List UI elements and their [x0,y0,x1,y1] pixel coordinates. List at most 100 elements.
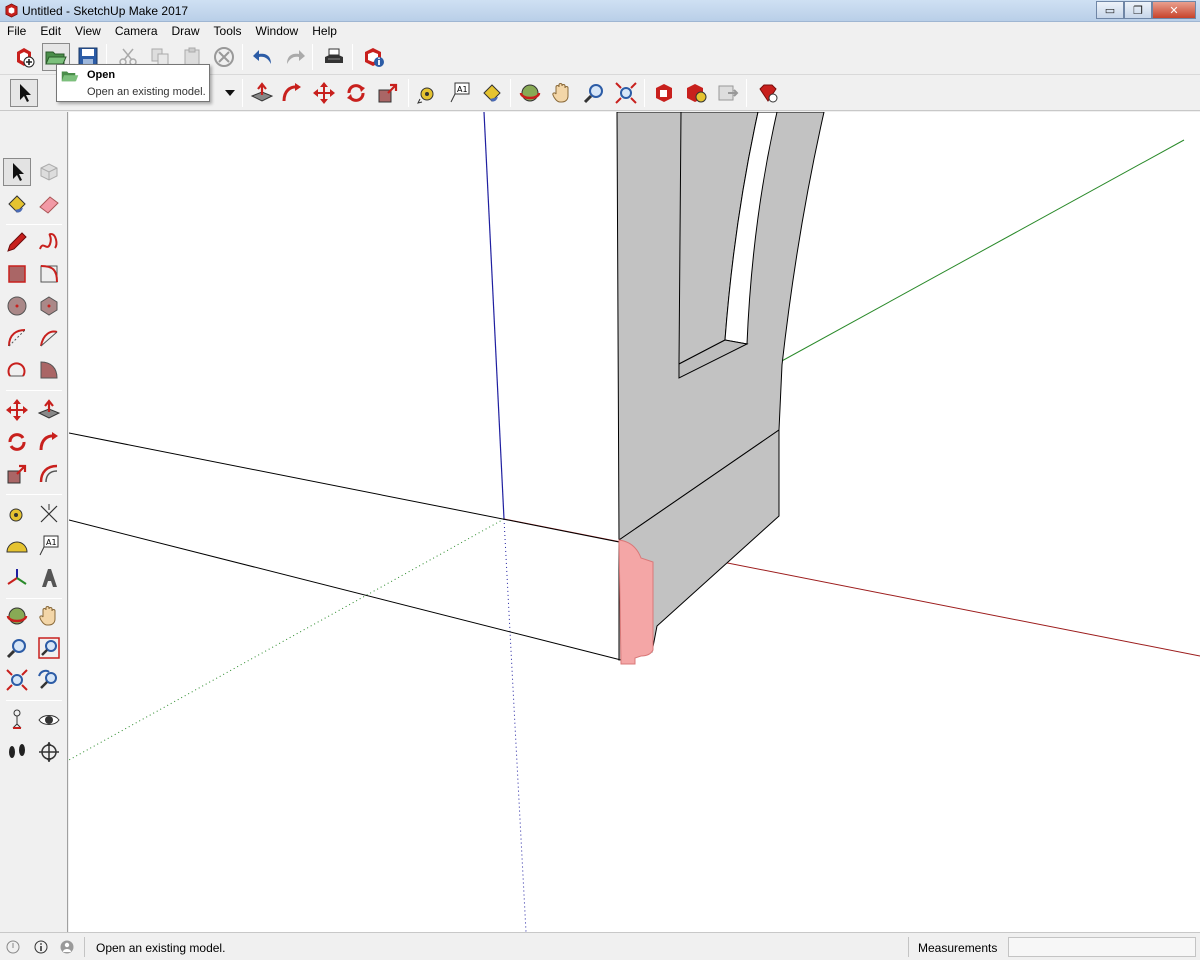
tape-measure-icon [9,508,23,522]
position-camera-icon [12,709,22,729]
toolbar-separator [408,79,409,107]
window-title: Untitled - SketchUp Make 2017 [22,4,189,18]
section-plane-icon [39,742,59,762]
tool-separator [6,224,62,225]
zoom-extents-tool[interactable] [3,666,31,694]
scale-button[interactable] [374,79,402,107]
arc-icon [8,329,26,347]
polygon-tool[interactable] [35,292,63,320]
3d-warehouse-icon [656,84,672,102]
previous-view-tool[interactable] [35,666,63,694]
offset-tool[interactable] [35,460,63,488]
blue-axis [483,112,505,520]
rotate-button[interactable] [342,79,370,107]
look-around-tool[interactable] [35,706,63,734]
paint-bucket-tool[interactable] [3,190,31,218]
text-button[interactable]: A1 [446,79,474,107]
text-tool[interactable]: A1 [35,532,63,560]
move-button[interactable] [310,79,338,107]
send-to-layout-icon [718,85,739,101]
rectangle-icon [8,265,26,283]
line-tool[interactable] [3,228,31,256]
tool-dropdown-button[interactable] [216,79,244,107]
print-button[interactable] [320,43,348,71]
tape-measure-button[interactable] [414,79,442,107]
toolbar-separator [312,44,313,70]
info-icon[interactable] [34,940,48,954]
three-point-arc-tool[interactable] [3,356,31,384]
arc-tool[interactable] [3,324,31,352]
protractor-tool[interactable] [3,532,31,560]
move-icon [6,399,28,421]
section-plane-tool[interactable] [35,738,63,766]
modeling-viewport[interactable] [69,112,1200,932]
erase-selection-button[interactable] [210,43,238,71]
extension-warehouse-button[interactable] [682,79,710,107]
select-tool[interactable] [3,158,31,186]
eraser-tool[interactable] [35,190,63,218]
orbit-button[interactable] [516,79,544,107]
minimize-button[interactable]: ▭ [1096,1,1124,19]
minimize-icon: ▭ [1104,4,1116,17]
menu-view[interactable]: View [68,22,108,40]
menu-file[interactable]: File [0,22,33,40]
measurements-input[interactable] [1008,937,1196,957]
redo-button[interactable] [280,43,308,71]
menu-edit[interactable]: Edit [33,22,68,40]
rectangle-tool[interactable] [3,260,31,288]
follow-me-button[interactable] [278,79,306,107]
zoom-window-tool[interactable] [35,634,63,662]
zoom-tool[interactable] [3,634,31,662]
push-pull-button[interactable] [248,79,276,107]
zoom-window-icon [38,637,60,659]
3d-text-tool[interactable] [35,564,63,592]
axes-tool[interactable] [3,564,31,592]
tool-separator [6,700,62,701]
previous-view-icon [38,669,57,689]
new-model-button[interactable] [10,43,38,71]
tape-measure-tool[interactable] [3,500,31,528]
zoom-button[interactable] [580,79,608,107]
position-camera-tool[interactable] [3,706,31,734]
make-component-tool[interactable] [35,158,63,186]
orbit-tool[interactable] [3,602,31,630]
menu-draw[interactable]: Draw [165,22,207,40]
close-icon: ✕ [1169,4,1179,17]
extension-manager-button[interactable] [754,79,782,107]
rotate-tool[interactable] [3,428,31,456]
circle-tool[interactable] [3,292,31,320]
scale-tool[interactable] [3,460,31,488]
model-info-button[interactable] [360,43,388,71]
zoom-magnifier-icon [583,84,603,104]
rotated-rectangle-tool[interactable] [35,260,63,288]
menu-window[interactable]: Window [249,22,306,40]
move-tool[interactable] [3,396,31,424]
follow-me-tool[interactable] [35,428,63,456]
select-tool-button[interactable] [10,79,38,107]
freehand-icon [39,232,58,250]
push-pull-tool[interactable] [35,396,63,424]
menu-tools[interactable]: Tools [207,22,249,40]
3d-warehouse-button[interactable] [650,79,678,107]
pan-button[interactable] [548,79,576,107]
two-point-arc-tool[interactable] [35,324,63,352]
dimension-tool[interactable] [35,500,63,528]
restore-button[interactable]: ❐ [1124,1,1152,19]
close-window-button[interactable]: ✕ [1152,1,1196,19]
user-account-icon[interactable] [60,940,74,954]
menu-camera[interactable]: Camera [108,22,165,40]
menu-help[interactable]: Help [305,22,344,40]
walk-tool[interactable] [3,738,31,766]
freehand-tool[interactable] [35,228,63,256]
3d-text-icon [42,569,57,587]
pan-hand-icon [552,83,569,103]
zoom-extents-button[interactable] [612,79,640,107]
viewport-canvas[interactable] [69,112,1200,932]
send-to-layout-button[interactable] [714,79,742,107]
scale-icon [378,83,398,103]
undo-button[interactable] [250,43,278,71]
paint-bucket-button[interactable] [478,79,506,107]
geolocation-icon[interactable] [6,940,20,954]
pie-tool[interactable] [35,356,63,384]
pan-tool[interactable] [35,602,63,630]
